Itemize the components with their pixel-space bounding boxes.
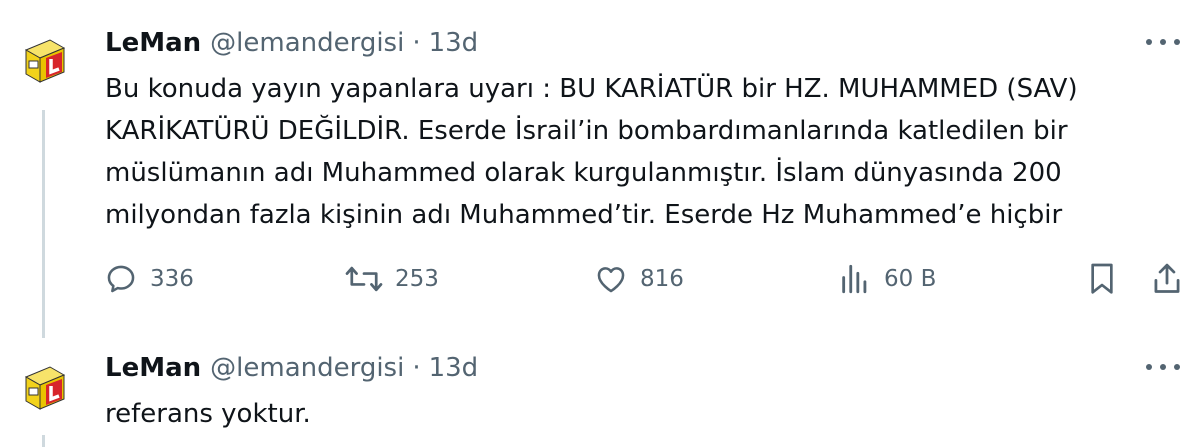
leman-logo-icon xyxy=(13,356,77,420)
leman-logo-icon xyxy=(13,29,77,93)
thread-line xyxy=(42,435,45,447)
avatar[interactable] xyxy=(12,28,78,94)
like-button[interactable]: 816 xyxy=(594,259,684,299)
reply-button[interactable]: 336 xyxy=(104,259,194,299)
tweet[interactable]: LeMan @lemandergisi · 13d Bu konuda yayı… xyxy=(0,0,1200,345)
more-dot xyxy=(1146,364,1152,370)
more-dot xyxy=(1174,364,1180,370)
repost-button[interactable]: 253 xyxy=(345,259,439,299)
more-options-button[interactable] xyxy=(1146,36,1180,48)
separator-dot: · xyxy=(412,28,421,58)
author-name[interactable]: LeMan xyxy=(105,28,201,58)
tweet-text-line: KARİKATÜRÜ DEĞİLDİR. Eserde İsrail’in bo… xyxy=(105,116,1068,146)
more-dot xyxy=(1174,39,1180,45)
more-dot xyxy=(1146,39,1152,45)
tweet-text-line: referans yoktur. xyxy=(105,399,311,429)
thread-line xyxy=(42,110,45,338)
author-handle[interactable]: @lemandergisi xyxy=(210,353,404,383)
tweet-text-line: müslümanın adı Muhammed olarak kurgulanm… xyxy=(105,158,1062,188)
bookmark-icon xyxy=(1091,263,1113,294)
author-handle[interactable]: @lemandergisi xyxy=(210,28,404,58)
action-bar: 336 253 816 60 B xyxy=(0,259,1200,299)
tweet[interactable]: LeMan @lemandergisi · 13d referans yoktu… xyxy=(0,345,1200,447)
more-dot xyxy=(1160,364,1166,370)
tweet-text: referans yoktur. xyxy=(105,393,1165,435)
reply-count: 336 xyxy=(150,266,194,292)
share-button[interactable] xyxy=(1150,259,1184,299)
tweet-header: LeMan @lemandergisi · 13d xyxy=(105,28,478,58)
separator-dot: · xyxy=(412,353,421,383)
tweet-header: LeMan @lemandergisi · 13d xyxy=(105,353,478,383)
reply-icon xyxy=(107,265,135,293)
share-icon xyxy=(1154,263,1180,293)
bookmark-button[interactable] xyxy=(1086,259,1118,299)
more-dot xyxy=(1160,39,1166,45)
avatar[interactable] xyxy=(12,355,78,421)
author-name[interactable]: LeMan xyxy=(105,353,201,383)
timestamp[interactable]: 13d xyxy=(429,28,479,58)
views-count: 60 B xyxy=(884,266,937,292)
repost-icon xyxy=(345,266,383,292)
heart-icon xyxy=(597,267,625,293)
timestamp[interactable]: 13d xyxy=(429,353,479,383)
views-button[interactable]: 60 B xyxy=(838,259,936,299)
more-options-button[interactable] xyxy=(1146,361,1180,373)
repost-count: 253 xyxy=(395,266,439,292)
tweet-text-line: milyondan fazla kişinin adı Muhammed’tir… xyxy=(105,200,1063,230)
tweet-text: Bu konuda yayın yapanlara uyarı : BU KAR… xyxy=(105,68,1165,236)
like-count: 816 xyxy=(640,266,684,292)
views-chart-icon xyxy=(842,264,867,294)
tweet-text-line: Bu konuda yayın yapanlara uyarı : BU KAR… xyxy=(105,74,1078,104)
